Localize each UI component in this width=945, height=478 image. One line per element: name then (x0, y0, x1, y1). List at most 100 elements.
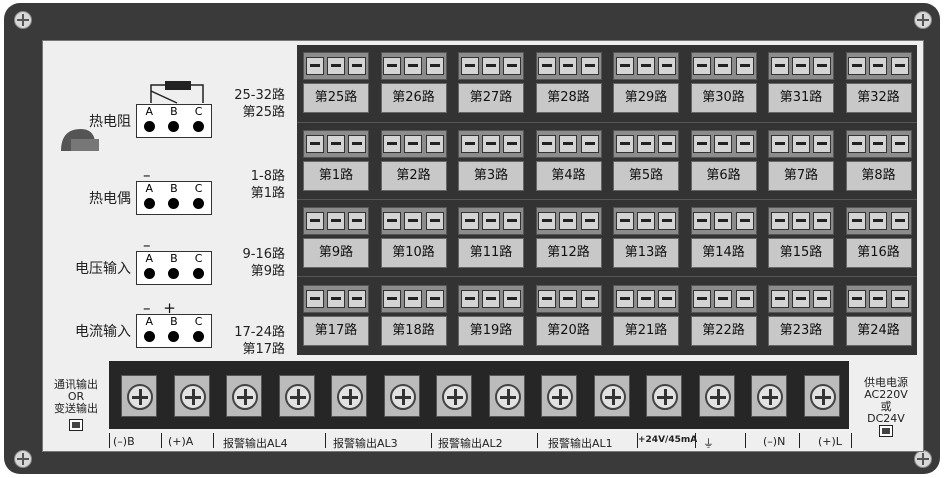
corner-screw-icon (14, 11, 32, 29)
channel-label: 第15路 (768, 238, 834, 268)
three-pin-plug-icon (613, 52, 679, 80)
screw-head-icon (389, 384, 416, 410)
channel-connector: 第22路 (687, 281, 759, 351)
screw-head-icon (127, 384, 153, 410)
screw-head-icon (494, 384, 521, 410)
channel-label: 第27路 (458, 83, 524, 113)
screw-head-icon (704, 384, 731, 410)
channel-label: 第11路 (458, 238, 524, 268)
three-pin-plug-icon (613, 207, 679, 235)
comm-output-label: 通讯输出 OR 变送输出 (54, 378, 98, 415)
screw-terminal (383, 375, 420, 417)
channel-connector: 第4路 (532, 126, 604, 196)
three-pin-plug-icon (535, 284, 602, 313)
three-pin-plug-icon (845, 52, 912, 80)
three-pin-plug-icon (690, 207, 757, 235)
screw-terminal (278, 375, 315, 417)
channel-connector: 第25路 (299, 48, 371, 118)
channel-connector: 第1路 (299, 126, 371, 196)
terminal-function-label: 报警输出AL2 (438, 437, 503, 450)
channel-connector: 第9路 (299, 203, 371, 273)
channel-label: 第9路 (303, 238, 369, 268)
channel-label: 第14路 (690, 238, 757, 268)
three-pin-plug-icon (690, 284, 757, 313)
terminal-function-label: 报警输出AL1 (548, 437, 613, 450)
three-pin-plug-icon (768, 52, 834, 80)
channel-label: 第24路 (845, 315, 912, 346)
channel-connector: 第14路 (687, 203, 759, 273)
three-pin-plug-icon (845, 129, 912, 158)
channel-label: 第31路 (768, 83, 834, 113)
channel-label: 第3路 (458, 160, 524, 191)
sensor-label: 电压输入 (75, 261, 131, 277)
channel-connector: 第24路 (842, 281, 914, 351)
range-label: 1-8路 第1路 (250, 169, 285, 201)
three-pin-plug-icon (690, 129, 757, 158)
screw-head-icon (757, 384, 783, 410)
channel-connector: 第21路 (609, 281, 681, 351)
channel-connector: 第19路 (454, 281, 526, 351)
channel-label: 第6路 (690, 160, 757, 191)
channel-label: 第10路 (380, 238, 447, 268)
channel-label: 第16路 (845, 238, 912, 268)
power-supply-label: 供电电源 AC220V 或 DC24V (864, 376, 908, 425)
channel-connector: 第27路 (454, 48, 526, 118)
channel-connector: 第6路 (687, 126, 759, 196)
channel-connector: 第7路 (764, 126, 836, 196)
three-pin-plug-icon (458, 207, 524, 235)
three-pin-plug-icon (303, 52, 369, 80)
channel-connector: 第23路 (764, 281, 836, 351)
screw-head-icon (547, 384, 573, 410)
channel-connector: 第10路 (377, 203, 449, 273)
sensor-terminal-box: ABC (136, 104, 212, 138)
screw-head-icon (179, 384, 206, 410)
channel-connector-grid: 第25路 第26路 第27路 第28路 第29路 第30路 第31路 第32路 第1路 第2路 第3… (297, 45, 917, 355)
channel-label: 第13路 (613, 238, 679, 268)
sensor-terminal-box: ABC (136, 314, 212, 348)
channel-label: 第8路 (845, 160, 912, 191)
channel-label: 第2路 (380, 160, 447, 191)
power-alarm-terminal-block (109, 361, 849, 429)
three-pin-plug-icon (845, 284, 912, 313)
channel-connector: 第20路 (532, 281, 604, 351)
three-pin-plug-icon (458, 52, 524, 80)
three-pin-plug-icon (768, 284, 834, 313)
channel-connector: 第31路 (764, 48, 836, 118)
channel-label: 第7路 (768, 160, 834, 191)
screw-terminal (803, 375, 840, 417)
three-pin-plug-icon (535, 207, 602, 235)
screw-terminal (541, 375, 577, 417)
screw-head-icon (337, 384, 363, 410)
screw-terminal (488, 375, 525, 417)
screw-terminal (698, 375, 735, 417)
screw-terminal (646, 375, 682, 417)
three-pin-plug-icon (613, 129, 679, 158)
channel-label: 第4路 (535, 160, 602, 191)
screw-head-icon (284, 384, 311, 410)
channel-connector: 第30路 (687, 48, 759, 118)
sensor-terminal-box: ABC (136, 251, 212, 285)
three-pin-plug-icon (380, 207, 447, 235)
three-pin-plug-icon (768, 207, 834, 235)
screw-terminal (331, 375, 367, 417)
three-pin-plug-icon (380, 52, 447, 80)
comm-port-icon (69, 419, 83, 431)
screw-terminal (121, 375, 157, 417)
terminal-function-label: 报警输出AL3 (333, 437, 398, 450)
channel-connector: 第17路 (299, 281, 371, 351)
three-pin-plug-icon (845, 207, 912, 235)
channel-label: 第26路 (380, 83, 447, 113)
sensor-label: 电流输入 (75, 324, 131, 340)
three-pin-plug-icon (380, 129, 447, 158)
channel-label: 第23路 (768, 315, 834, 346)
probe-icon (61, 129, 99, 151)
three-pin-plug-icon (535, 52, 602, 80)
screw-head-icon (809, 384, 836, 410)
range-label: 25-32路 第25路 (234, 88, 285, 120)
channel-label: 第18路 (380, 315, 447, 346)
channel-connector: 第12路 (532, 203, 604, 273)
screw-head-icon (599, 384, 626, 410)
channel-label: 第1路 (303, 160, 369, 191)
terminal-function-label: 报警输出AL4 (223, 437, 288, 450)
channel-label: 第19路 (458, 315, 524, 346)
